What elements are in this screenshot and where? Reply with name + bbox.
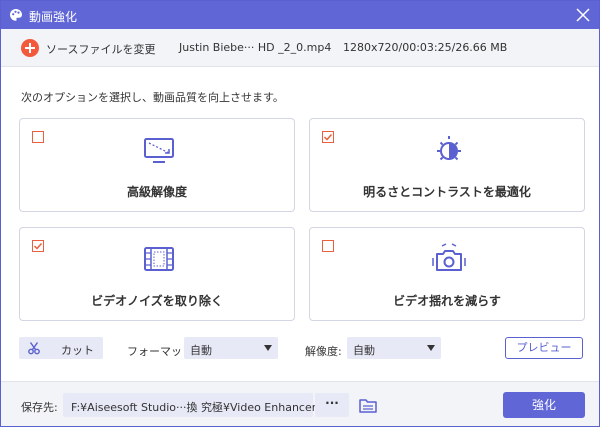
browse-button[interactable]: ··· [315, 393, 349, 417]
enhance-dialog: 動画強化 ソースファイルを変更 Justin Biebe··· HD _2_0.… [0, 0, 600, 427]
format-value: 自動 [190, 344, 212, 357]
scissors-icon [28, 342, 40, 355]
option-upscale-card[interactable]: 高級解像度 [19, 118, 295, 212]
monitor-upscale-icon [144, 138, 174, 163]
shake-camera-icon [432, 243, 466, 271]
format-select[interactable]: 自動 [184, 337, 278, 359]
instruction-text: 次のオプションを選択し、動画品質を向上させます。 [21, 91, 284, 104]
denoise-label: ビデオノイズを取り除く [91, 294, 223, 308]
folder-icon[interactable] [359, 397, 377, 413]
file-bar: ソースファイルを変更 Justin Biebe··· HD _2_0.mp4 1… [1, 29, 599, 67]
chevron-down-icon [264, 345, 272, 351]
chevron-down-icon [427, 345, 435, 351]
brightness-checkbox[interactable] [322, 131, 334, 143]
resolution-value: 自動 [353, 344, 375, 357]
stabilize-checkbox[interactable] [322, 240, 334, 252]
option-brightness-card[interactable]: 明るさとコントラストを最適化 [309, 118, 585, 212]
stabilize-label: ビデオ揺れを減らす [393, 294, 501, 308]
brightness-label: 明るさとコントラストを最適化 [363, 185, 531, 199]
footer-bar: 保存先: F:¥Aiseesoft Studio···換 究極¥Video En… [1, 381, 599, 426]
upscale-label: 高級解像度 [126, 185, 187, 199]
cut-label: カット [61, 344, 94, 357]
change-source-button[interactable]: ソースファイルを変更 [46, 41, 155, 57]
window-title: 動画強化 [29, 10, 78, 24]
resolution-select[interactable]: 自動 [347, 337, 441, 359]
cut-button[interactable]: カット [19, 337, 103, 359]
file-name: Justin Biebe··· HD _2_0.mp4 [179, 41, 332, 54]
denoise-checkbox[interactable] [32, 240, 44, 252]
output-path: F:¥Aiseesoft Studio···換 究極¥Video Enhance… [71, 401, 317, 414]
preview-button[interactable]: プレビュー [505, 337, 583, 359]
resolution-label: 解像度: [305, 345, 342, 358]
close-icon[interactable] [573, 5, 593, 25]
settings-row: カット フォーマット: 自動 解像度: 自動 プレビュー [1, 335, 599, 361]
upscale-checkbox[interactable] [32, 131, 44, 143]
output-path-field[interactable]: F:¥Aiseesoft Studio···換 究極¥Video Enhance… [63, 393, 317, 417]
palette-icon [10, 9, 22, 21]
save-to-label: 保存先: [21, 401, 58, 414]
brightness-icon [437, 136, 461, 161]
film-icon [144, 247, 174, 271]
title-bar: 動画強化 [1, 1, 599, 29]
enhance-button[interactable]: 強化 [503, 392, 585, 418]
plus-circle-icon[interactable] [21, 39, 39, 57]
file-info: 1280x720/00:03:25/26.66 MB [343, 41, 508, 54]
option-stabilize-card[interactable]: ビデオ揺れを減らす [309, 227, 585, 321]
option-denoise-card[interactable]: ビデオノイズを取り除く [19, 227, 295, 321]
